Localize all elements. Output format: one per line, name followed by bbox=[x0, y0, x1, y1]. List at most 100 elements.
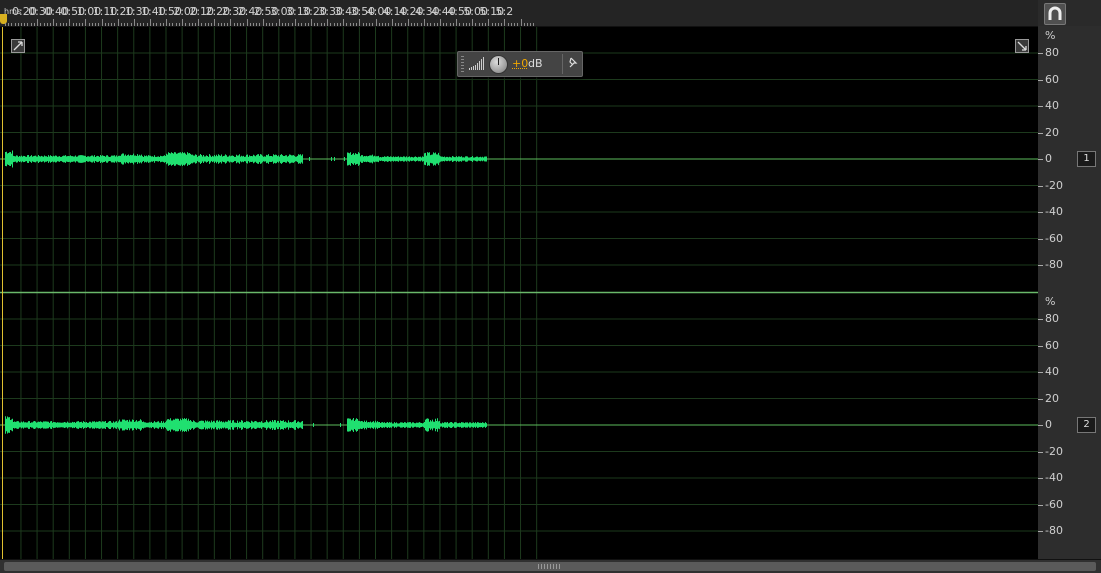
scale-label: 60 bbox=[1045, 72, 1059, 86]
ruler-minor-tick bbox=[288, 23, 290, 26]
ruler-minor-tick bbox=[362, 23, 364, 26]
ruler-minor-tick bbox=[410, 23, 412, 26]
ruler-minor-tick bbox=[533, 23, 535, 26]
ruler-minor-tick bbox=[336, 23, 338, 26]
hud-drag-grip[interactable] bbox=[461, 56, 464, 72]
ruler-major-tick bbox=[198, 19, 200, 26]
ruler-minor-tick bbox=[240, 23, 242, 26]
scale-tick bbox=[1038, 53, 1043, 54]
ruler-major-tick bbox=[262, 19, 264, 26]
ruler-minor-tick bbox=[485, 23, 487, 26]
ruler-minor-tick bbox=[233, 23, 235, 26]
ruler-minor-tick bbox=[256, 23, 258, 26]
ruler-minor-tick bbox=[104, 23, 106, 26]
ruler-minor-tick bbox=[195, 23, 196, 26]
ruler-minor-tick bbox=[17, 23, 19, 26]
scale-label: 80 bbox=[1045, 312, 1059, 325]
ruler-minor-tick bbox=[249, 23, 251, 26]
ruler-minor-tick bbox=[236, 23, 238, 26]
zoom-corner-left-button[interactable] bbox=[11, 39, 25, 53]
ruler-minor-tick bbox=[356, 23, 358, 26]
zoom-corner-right-button[interactable] bbox=[1015, 39, 1029, 53]
ruler-minor-tick bbox=[211, 23, 213, 26]
ruler-minor-tick bbox=[78, 23, 80, 26]
ruler-time-label: 5:2 bbox=[495, 5, 514, 18]
waveform-display[interactable] bbox=[0, 27, 1038, 559]
scale-tick bbox=[1038, 238, 1043, 240]
pin-button[interactable] bbox=[568, 57, 578, 72]
ruler-minor-tick bbox=[175, 23, 177, 26]
ruler-minor-tick bbox=[156, 23, 158, 26]
gain-knob[interactable] bbox=[489, 55, 508, 74]
scale-label: -60 bbox=[1045, 231, 1063, 245]
ruler-major-tick bbox=[133, 19, 135, 26]
scale-tick bbox=[1038, 478, 1043, 479]
scale-unit-label: % bbox=[1045, 295, 1056, 308]
ruler-minor-tick bbox=[517, 23, 519, 26]
ruler-minor-tick bbox=[475, 23, 477, 26]
scale-tick bbox=[1038, 345, 1043, 347]
ruler-minor-tick bbox=[462, 23, 464, 26]
pin-icon bbox=[569, 57, 578, 68]
time-ruler[interactable]: hms 0:20 0:30 0:40 0:50 1:00 1:10 1:20 1:30 1:40… bbox=[0, 0, 1038, 27]
ruler-minor-tick bbox=[75, 23, 77, 26]
ruler-minor-tick bbox=[269, 23, 271, 26]
ruler-minor-tick bbox=[272, 23, 274, 26]
scale-label: 20 bbox=[1045, 391, 1059, 405]
ruler-minor-tick bbox=[140, 23, 142, 26]
ruler-major-tick bbox=[488, 19, 490, 26]
ruler-minor-tick bbox=[56, 23, 58, 26]
scale-label: 80 bbox=[1045, 46, 1059, 59]
ruler-minor-tick bbox=[14, 23, 16, 26]
ruler-minor-tick bbox=[401, 23, 403, 26]
ruler-major-tick bbox=[311, 19, 313, 26]
ruler-minor-tick bbox=[20, 23, 22, 26]
ruler-minor-tick bbox=[478, 23, 480, 26]
ruler-minor-tick bbox=[320, 23, 322, 26]
ruler-minor-tick bbox=[449, 23, 451, 26]
ruler-major-tick bbox=[69, 19, 71, 26]
ruler-minor-tick bbox=[191, 23, 193, 26]
ruler-minor-tick bbox=[398, 23, 400, 26]
channel-badge-1[interactable]: 1 bbox=[1077, 151, 1096, 167]
ruler-minor-tick bbox=[514, 23, 516, 26]
playhead-handle[interactable] bbox=[0, 14, 7, 24]
level-meter-icon bbox=[469, 57, 484, 70]
ruler-minor-tick bbox=[62, 23, 64, 26]
ruler-minor-tick bbox=[330, 23, 332, 26]
ruler-minor-tick bbox=[162, 23, 164, 26]
ruler-minor-tick bbox=[253, 23, 255, 26]
ruler-minor-tick bbox=[372, 23, 374, 26]
ruler-minor-tick bbox=[414, 23, 416, 26]
scale-label: 40 bbox=[1045, 99, 1059, 112]
ruler-minor-tick bbox=[507, 23, 509, 26]
gain-value[interactable]: +0 bbox=[512, 57, 528, 70]
ruler-minor-tick bbox=[494, 23, 496, 26]
ruler-major-tick bbox=[520, 19, 522, 26]
ruler-minor-tick bbox=[275, 23, 277, 26]
channel-badge-2[interactable]: 2 bbox=[1077, 417, 1096, 433]
ruler-minor-tick bbox=[468, 23, 470, 26]
ruler-minor-tick bbox=[301, 23, 303, 26]
gain-hud[interactable]: +0 dB bbox=[457, 51, 583, 77]
ruler-minor-tick bbox=[4, 23, 6, 26]
scale-tick bbox=[1038, 106, 1043, 107]
horizontal-scrollbar[interactable] bbox=[0, 559, 1101, 573]
snap-button[interactable] bbox=[1044, 3, 1066, 25]
ruler-minor-tick bbox=[427, 23, 429, 26]
ruler-minor-tick bbox=[420, 23, 422, 26]
ruler-minor-tick bbox=[452, 23, 454, 26]
ruler-minor-tick bbox=[46, 23, 48, 26]
ruler-minor-tick bbox=[433, 23, 435, 26]
scale-tick bbox=[1038, 159, 1043, 160]
ruler-minor-tick bbox=[136, 23, 138, 26]
ruler-major-tick bbox=[246, 19, 248, 26]
gain-unit: dB bbox=[528, 57, 543, 70]
ruler-minor-tick bbox=[491, 23, 493, 26]
ruler-minor-tick bbox=[381, 23, 383, 26]
waveform-channel-1 bbox=[5, 150, 487, 168]
ruler-minor-tick bbox=[11, 23, 13, 26]
ruler-minor-tick bbox=[510, 23, 512, 26]
ruler-minor-tick bbox=[88, 23, 90, 26]
ruler-minor-tick bbox=[385, 23, 387, 26]
